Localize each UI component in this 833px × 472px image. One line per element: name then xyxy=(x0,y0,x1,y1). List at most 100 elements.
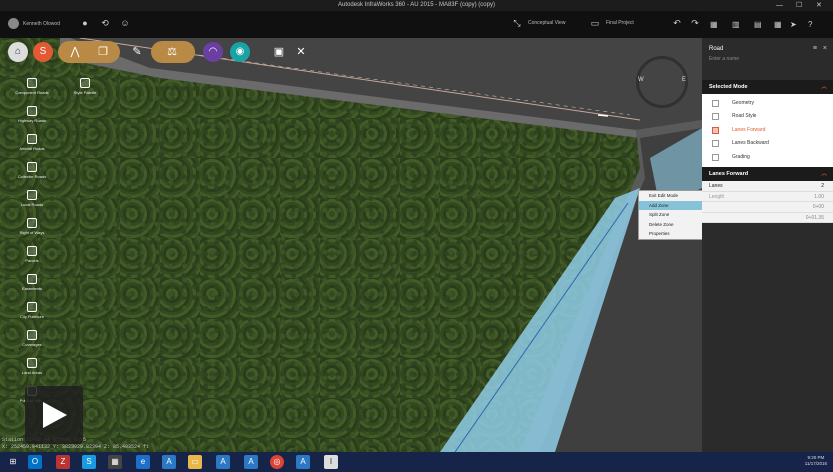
share-icon[interactable]: ⟲ xyxy=(100,18,110,28)
compass-east: E xyxy=(681,77,686,83)
cloud-icon[interactable]: ● xyxy=(80,18,90,28)
tool-city-furniture[interactable]: City Furniture xyxy=(7,302,57,319)
infraworks2-icon[interactable]: A xyxy=(244,455,258,469)
window-titlebar: Autodesk InfraWorks 360 - AU 2015 - MA83… xyxy=(0,0,833,11)
xyz-readout: X: 252450.041132 Y: 3823929.82394 Z: 85.… xyxy=(2,444,150,450)
road-tool-icon[interactable]: ⋀ xyxy=(68,45,82,59)
menu-split-zone[interactable]: Split Zone xyxy=(639,210,707,220)
avatar xyxy=(8,18,19,29)
balance-icon[interactable]: ⚖ xyxy=(165,45,179,59)
panel-toolbar: ▦ ▥ ▤ ▦ ➤ ? xyxy=(702,11,833,38)
menu-properties[interactable]: Properties xyxy=(639,229,707,239)
create-icon[interactable]: S xyxy=(33,42,53,62)
menu-exit-edit-mode[interactable]: Exit Edit Mode xyxy=(639,191,707,201)
undo-icon[interactable]: ↶ xyxy=(672,18,682,28)
minimize-icon[interactable]: — xyxy=(776,0,783,11)
compass[interactable]: W E xyxy=(636,56,688,108)
folder-icon[interactable]: ▭ xyxy=(188,455,202,469)
lanes-forward-header[interactable]: Lanes Forward ︿ xyxy=(702,166,833,181)
end-station-row[interactable]: 0+01.35 xyxy=(702,213,833,224)
ie-icon[interactable]: e xyxy=(136,455,150,469)
video-play-button[interactable] xyxy=(25,386,83,444)
model-icon[interactable]: ◠ xyxy=(203,42,223,62)
copy-tool-icon[interactable]: ❐ xyxy=(96,45,110,59)
highway-icon xyxy=(27,106,37,116)
map-viewport[interactable] xyxy=(0,38,702,452)
tool-style-palette[interactable]: Style Palette xyxy=(60,78,110,95)
close-panel-icon[interactable]: × xyxy=(823,45,827,52)
collector-icon xyxy=(27,162,37,172)
layers-icon[interactable]: ▦ xyxy=(710,20,718,29)
proposal-icon[interactable]: ▭ xyxy=(590,18,600,28)
menu-add-zone[interactable]: Add Zone xyxy=(639,200,707,210)
settings-tools-icon[interactable]: ✕ xyxy=(294,45,308,59)
pointer-icon[interactable]: ➤ xyxy=(790,20,797,29)
tool-local-roads[interactable]: Local Roads xyxy=(7,190,57,207)
infraworks-active-icon[interactable]: I xyxy=(324,455,338,469)
view-label[interactable]: Conceptual View xyxy=(528,20,565,26)
mode-road-style[interactable]: Road Style xyxy=(702,110,833,123)
filezilla-icon[interactable]: Z xyxy=(56,455,70,469)
chrome-icon[interactable]: ◎ xyxy=(270,455,284,469)
panel-title: Road xyxy=(709,46,724,52)
palette-icon xyxy=(80,78,90,88)
autocad-icon[interactable]: A xyxy=(296,455,310,469)
context-menu: Exit Edit Mode Add Zone Split Zone Delet… xyxy=(638,190,708,240)
tool-collector-roads[interactable]: Collector Roads xyxy=(7,162,57,179)
menu-delete-zone[interactable]: Delete Zone xyxy=(639,220,707,230)
screen-icon[interactable]: ▣ xyxy=(272,45,286,59)
table-icon[interactable]: ▦ xyxy=(774,20,782,29)
tool-arterial-roads[interactable]: Arterial Roads xyxy=(7,134,57,151)
land-area-icon xyxy=(27,358,37,368)
tool-easements[interactable]: Easements xyxy=(7,274,57,291)
start-icon[interactable]: ⊞ xyxy=(6,455,20,469)
mode-lanes-forward[interactable]: Lanes Forward xyxy=(702,124,833,137)
panel-header: Road Enter a name ≡ × xyxy=(702,38,833,80)
length-row[interactable]: Length 1.00 xyxy=(702,192,833,203)
name-input[interactable]: Enter a name xyxy=(709,56,826,62)
app-icon[interactable]: ▦ xyxy=(108,455,122,469)
collapse-icon[interactable]: ︿ xyxy=(821,167,827,181)
selected-mode-header[interactable]: Selected Mode ︿ xyxy=(702,80,833,94)
panel-icon[interactable]: ▥ xyxy=(732,20,740,29)
tool-highway-roads[interactable]: Highway Roads xyxy=(7,106,57,123)
skype-icon[interactable]: S xyxy=(82,455,96,469)
tool-parcels[interactable]: Parcels xyxy=(7,246,57,263)
clock-date: 11/17/2016 xyxy=(804,461,827,466)
start-station-row[interactable]: 0+00 xyxy=(702,202,833,213)
outlook-icon[interactable]: O xyxy=(28,455,42,469)
lanes-properties: Lanes 2 Length 1.00 0+00 0+01.35 xyxy=(702,180,833,224)
easement-icon xyxy=(27,274,37,284)
tool-coverages[interactable]: Coverages xyxy=(7,330,57,347)
direction-arrow xyxy=(597,114,609,117)
mode-lanes-backward[interactable]: Lanes Backward xyxy=(702,137,833,150)
menu-icon[interactable]: ≡ xyxy=(813,45,817,52)
proposal-label[interactable]: Final Project xyxy=(606,20,634,26)
maximize-icon[interactable]: ☐ xyxy=(796,0,802,11)
user-account[interactable]: Kenneth Olowod xyxy=(8,18,60,29)
lanes-backward-icon xyxy=(712,140,719,148)
view-icon[interactable]: ⤡ xyxy=(512,18,522,28)
home-icon[interactable]: ⌂ xyxy=(8,42,28,62)
mode-grading[interactable]: Grading xyxy=(702,151,833,164)
tool-land-areas[interactable]: Land Areas xyxy=(7,358,57,375)
autodesk-icon[interactable]: A xyxy=(162,455,176,469)
play-icon xyxy=(43,402,67,428)
help-icon[interactable]: ? xyxy=(808,20,812,29)
properties-panel: ▦ ▥ ▤ ▦ ➤ ? Road Enter a name ≡ × Select… xyxy=(702,11,833,452)
present-icon[interactable]: ◉ xyxy=(230,42,250,62)
mode-list: Geometry Road Style Lanes Forward Lanes … xyxy=(702,94,833,167)
window-icon[interactable]: ▤ xyxy=(754,20,762,29)
redo-icon[interactable]: ↷ xyxy=(690,18,700,28)
close-icon[interactable]: ✕ xyxy=(816,0,822,11)
collapse-icon[interactable]: ︿ xyxy=(821,80,827,94)
lanes-row[interactable]: Lanes 2 xyxy=(702,181,833,192)
user-icon[interactable]: ☺ xyxy=(120,18,130,28)
system-clock[interactable]: 9:20 PM 11/17/2016 xyxy=(805,455,827,467)
mode-geometry[interactable]: Geometry xyxy=(702,97,833,110)
tool-right-of-ways[interactable]: Right of Ways xyxy=(7,218,57,235)
infraworks-icon[interactable]: A xyxy=(216,455,230,469)
road-network[interactable] xyxy=(0,38,702,452)
sketch-tool-icon[interactable]: ✎ xyxy=(130,45,144,59)
tool-component-roads[interactable]: Component Roads xyxy=(7,78,57,95)
